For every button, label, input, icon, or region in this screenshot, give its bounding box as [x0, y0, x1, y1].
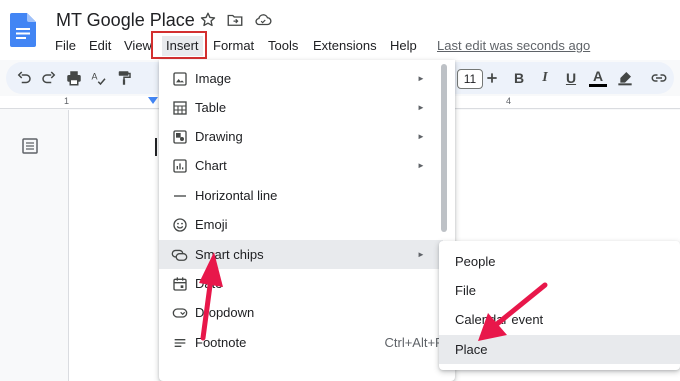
table-icon: [171, 99, 188, 116]
submenu-arrow-icon: ►: [417, 250, 425, 259]
text-color-swatch: [589, 84, 607, 87]
dropdown-icon: [171, 304, 188, 321]
docs-logo-icon[interactable]: [10, 13, 36, 47]
document-outline-icon[interactable]: [22, 138, 38, 154]
image-icon: [171, 70, 188, 87]
redo-icon[interactable]: [39, 68, 59, 88]
menu-extensions[interactable]: Extensions: [313, 36, 377, 56]
menu-item-drawing[interactable]: Drawing ►: [159, 122, 443, 151]
menu-scrollbar[interactable]: [441, 64, 447, 232]
menu-item-label: Smart chips: [195, 247, 264, 262]
calendar-icon: [171, 275, 188, 292]
italic-button[interactable]: I: [535, 68, 555, 88]
menu-item-label: Horizontal line: [195, 188, 278, 203]
menu-item-image[interactable]: Image ►: [159, 64, 443, 93]
document-title[interactable]: MT Google Place: [56, 10, 195, 31]
text-cursor: [155, 138, 157, 156]
menu-item-label: Drawing: [195, 129, 243, 144]
text-color-button[interactable]: A: [588, 68, 608, 88]
star-icon[interactable]: [199, 11, 217, 29]
highlight-color-icon[interactable]: [615, 68, 635, 88]
menu-item-label: Emoji: [195, 217, 228, 232]
menu-item-emoji[interactable]: Emoji: [159, 210, 443, 239]
ruler-number: 1: [64, 96, 70, 106]
submenu-item-calendar-event[interactable]: Calendar event: [439, 305, 680, 334]
underline-button[interactable]: U: [561, 68, 581, 88]
smart-chips-icon: [171, 246, 188, 263]
font-size-input[interactable]: 11: [457, 69, 483, 89]
menu-view[interactable]: View: [124, 36, 152, 56]
paint-format-icon[interactable]: [114, 68, 134, 88]
submenu-item-people[interactable]: People: [439, 247, 680, 276]
app-header: MT Google Place File Edit View Insert Fo…: [0, 0, 680, 60]
submenu-item-label: Calendar event: [455, 312, 544, 327]
print-icon[interactable]: [64, 68, 84, 88]
submenu-item-label: Place: [455, 342, 488, 357]
menu-item-label: Chart: [195, 158, 227, 173]
menu-item-dropdown[interactable]: Dropdown: [159, 298, 443, 327]
menu-help[interactable]: Help: [390, 36, 417, 56]
submenu-item-place[interactable]: Place: [439, 335, 680, 364]
emoji-icon: [171, 216, 188, 233]
menu-item-label: Dropdown: [195, 305, 255, 320]
submenu-arrow-icon: ►: [417, 132, 425, 141]
menu-item-smart-chips[interactable]: Smart chips ►: [159, 240, 443, 269]
drawing-icon: [171, 128, 188, 145]
undo-icon[interactable]: [14, 68, 34, 88]
indent-marker-icon[interactable]: [148, 97, 158, 105]
menu-item-label: Footnote: [195, 335, 247, 350]
ruler-number: 4: [506, 96, 512, 106]
chart-icon: [171, 157, 188, 174]
menu-item-chart[interactable]: Chart ►: [159, 151, 443, 180]
menu-item-shortcut: Ctrl+Alt+F: [384, 335, 443, 350]
bold-button[interactable]: B: [509, 68, 529, 88]
menu-item-footnote[interactable]: Footnote Ctrl+Alt+F: [159, 328, 443, 357]
menu-item-horizontal-line[interactable]: Horizontal line: [159, 181, 443, 210]
spellcheck-icon[interactable]: A: [89, 68, 109, 88]
menu-file[interactable]: File: [55, 36, 76, 56]
cloud-saved-icon[interactable]: [254, 11, 272, 29]
text-color-label: A: [592, 68, 604, 84]
menu-item-label: Table: [195, 100, 227, 115]
insert-link-icon[interactable]: [649, 68, 669, 88]
submenu-item-label: People: [455, 254, 496, 269]
menu-item-label: Date: [195, 276, 223, 291]
submenu-item-file[interactable]: File: [439, 276, 680, 305]
submenu-arrow-icon: ►: [417, 103, 425, 112]
insert-menu: Image ► Table ► Drawing ► Chart ► Horizo…: [159, 60, 455, 381]
menu-item-table[interactable]: Table ►: [159, 93, 443, 122]
increase-font-size-icon[interactable]: [482, 68, 502, 88]
move-folder-icon[interactable]: [226, 11, 244, 29]
submenu-item-label: File: [455, 283, 476, 298]
horizontal-line-icon: [171, 187, 188, 204]
smart-chips-submenu: People File Calendar event Place: [439, 241, 680, 370]
menu-tools[interactable]: Tools: [268, 36, 298, 56]
menu-format[interactable]: Format: [213, 36, 254, 56]
submenu-arrow-icon: ►: [417, 161, 425, 170]
submenu-arrow-icon: ►: [417, 74, 425, 83]
footnote-icon: [171, 334, 188, 351]
menu-item-date[interactable]: Date: [159, 269, 443, 298]
menu-item-label: Image: [195, 71, 232, 86]
svg-text:A: A: [92, 72, 98, 82]
insert-highlight-box: [151, 31, 207, 59]
menu-edit[interactable]: Edit: [89, 36, 111, 56]
last-edit-link[interactable]: Last edit was seconds ago: [437, 38, 590, 53]
